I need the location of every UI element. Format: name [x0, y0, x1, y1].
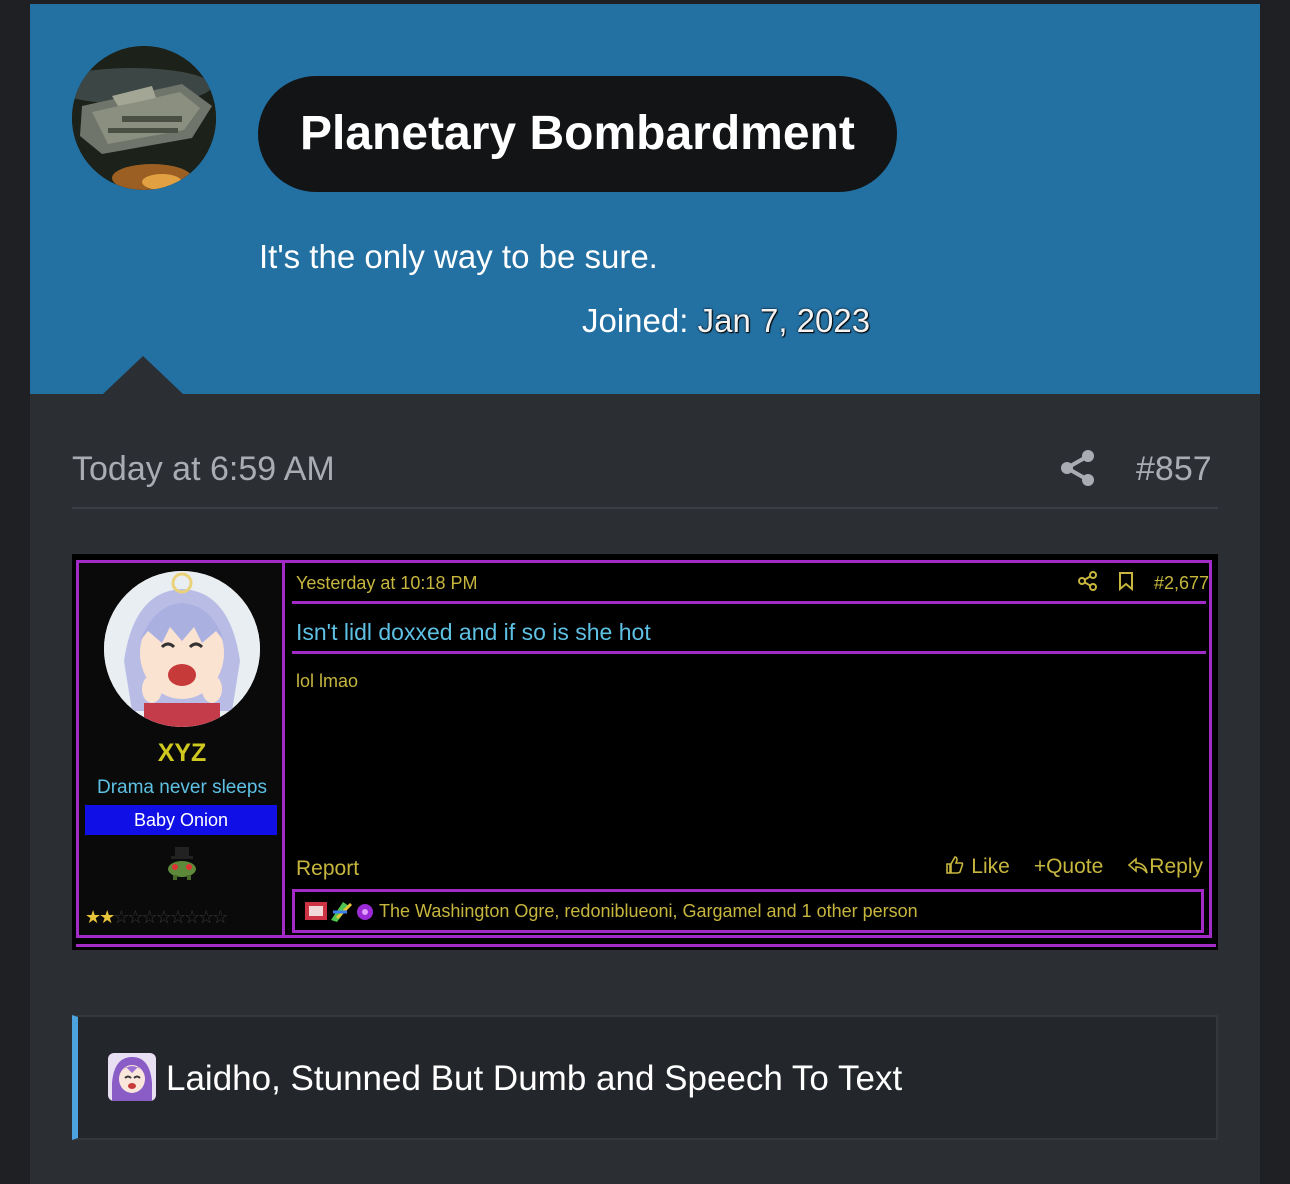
thumbs-up-icon: [946, 856, 964, 874]
embedded-avatar: [104, 571, 260, 727]
joined-info: Joined: Jan 7, 2023: [582, 302, 870, 340]
embedded-reactions-bar: The Washington Ogre, redoniblueoni, Garg…: [292, 889, 1204, 933]
post-number-link[interactable]: #857: [1136, 450, 1212, 489]
reactions-summary[interactable]: Laidho, Stunned But Dumb and Speech To T…: [72, 1015, 1218, 1140]
embedded-quote: +Quote: [1033, 855, 1104, 878]
embedded-divider: [292, 601, 1206, 604]
reaction-icons: [303, 898, 377, 924]
username[interactable]: Planetary Bombardment: [258, 76, 897, 192]
header-caret: [103, 356, 183, 394]
post-container: Planetary Bombardment It's the only way …: [30, 4, 1260, 1184]
embedded-username: XYZ: [157, 739, 207, 767]
share-icon[interactable]: [1058, 448, 1098, 488]
reply-icon: [1128, 857, 1149, 874]
embedded-bottom-divider: [76, 944, 1216, 947]
embedded-user-banner: Baby Onion: [85, 805, 277, 835]
embedded-share-icon: [1077, 571, 1098, 596]
divider: [72, 507, 1218, 509]
embedded-post-number: #2,677: [1153, 573, 1209, 593]
embedded-user-title: Drama never sleeps: [96, 777, 268, 798]
embedded-reactions-text: The Washington Ogre, redoniblueoni, Garg…: [379, 901, 918, 921]
embedded-post-frame: XYZ Drama never sleeps Baby Onion ★★☆☆☆☆…: [76, 560, 1212, 938]
embedded-report-link: Report: [296, 857, 360, 880]
embedded-bookmark-icon: [1118, 571, 1134, 596]
joined-date: Jan 7, 2023: [697, 302, 871, 339]
embedded-thread-title: Isn't lidl doxxed and if so is she hot: [296, 619, 651, 645]
embedded-timestamp: Yesterday at 10:18 PM: [296, 573, 478, 593]
joined-label: Joined:: [582, 302, 689, 339]
embedded-screenshot[interactable]: XYZ Drama never sleeps Baby Onion ★★☆☆☆☆…: [72, 554, 1218, 950]
embedded-rating-stars: ★★☆☆☆☆☆☆☆☆: [85, 907, 228, 927]
flair-icon: [163, 845, 201, 881]
embedded-tools: #2,677: [1077, 571, 1209, 596]
reactions-summary-text[interactable]: Laidho, Stunned But Dumb and Speech To T…: [166, 1059, 902, 1099]
embedded-reply: Reply: [1127, 855, 1203, 879]
user-avatar[interactable]: [72, 46, 216, 190]
user-title: It's the only way to be sure.: [259, 238, 658, 275]
embedded-actions: Like +Quote Reply: [945, 855, 1203, 879]
user-header: Planetary Bombardment It's the only way …: [30, 4, 1260, 394]
embedded-divider: [292, 651, 1206, 654]
embedded-post-body: Yesterday at 10:18 PM #2,677 Isn't lidl …: [288, 563, 1209, 935]
embedded-like: Like: [945, 855, 1010, 879]
post-timestamp[interactable]: Today at 6:59 AM: [72, 450, 335, 489]
reaction-user-avatar: [108, 1053, 156, 1101]
embedded-message: lol lmao: [296, 671, 359, 691]
embedded-user-sidebar: XYZ Drama never sleeps Baby Onion ★★☆☆☆☆…: [79, 563, 285, 935]
